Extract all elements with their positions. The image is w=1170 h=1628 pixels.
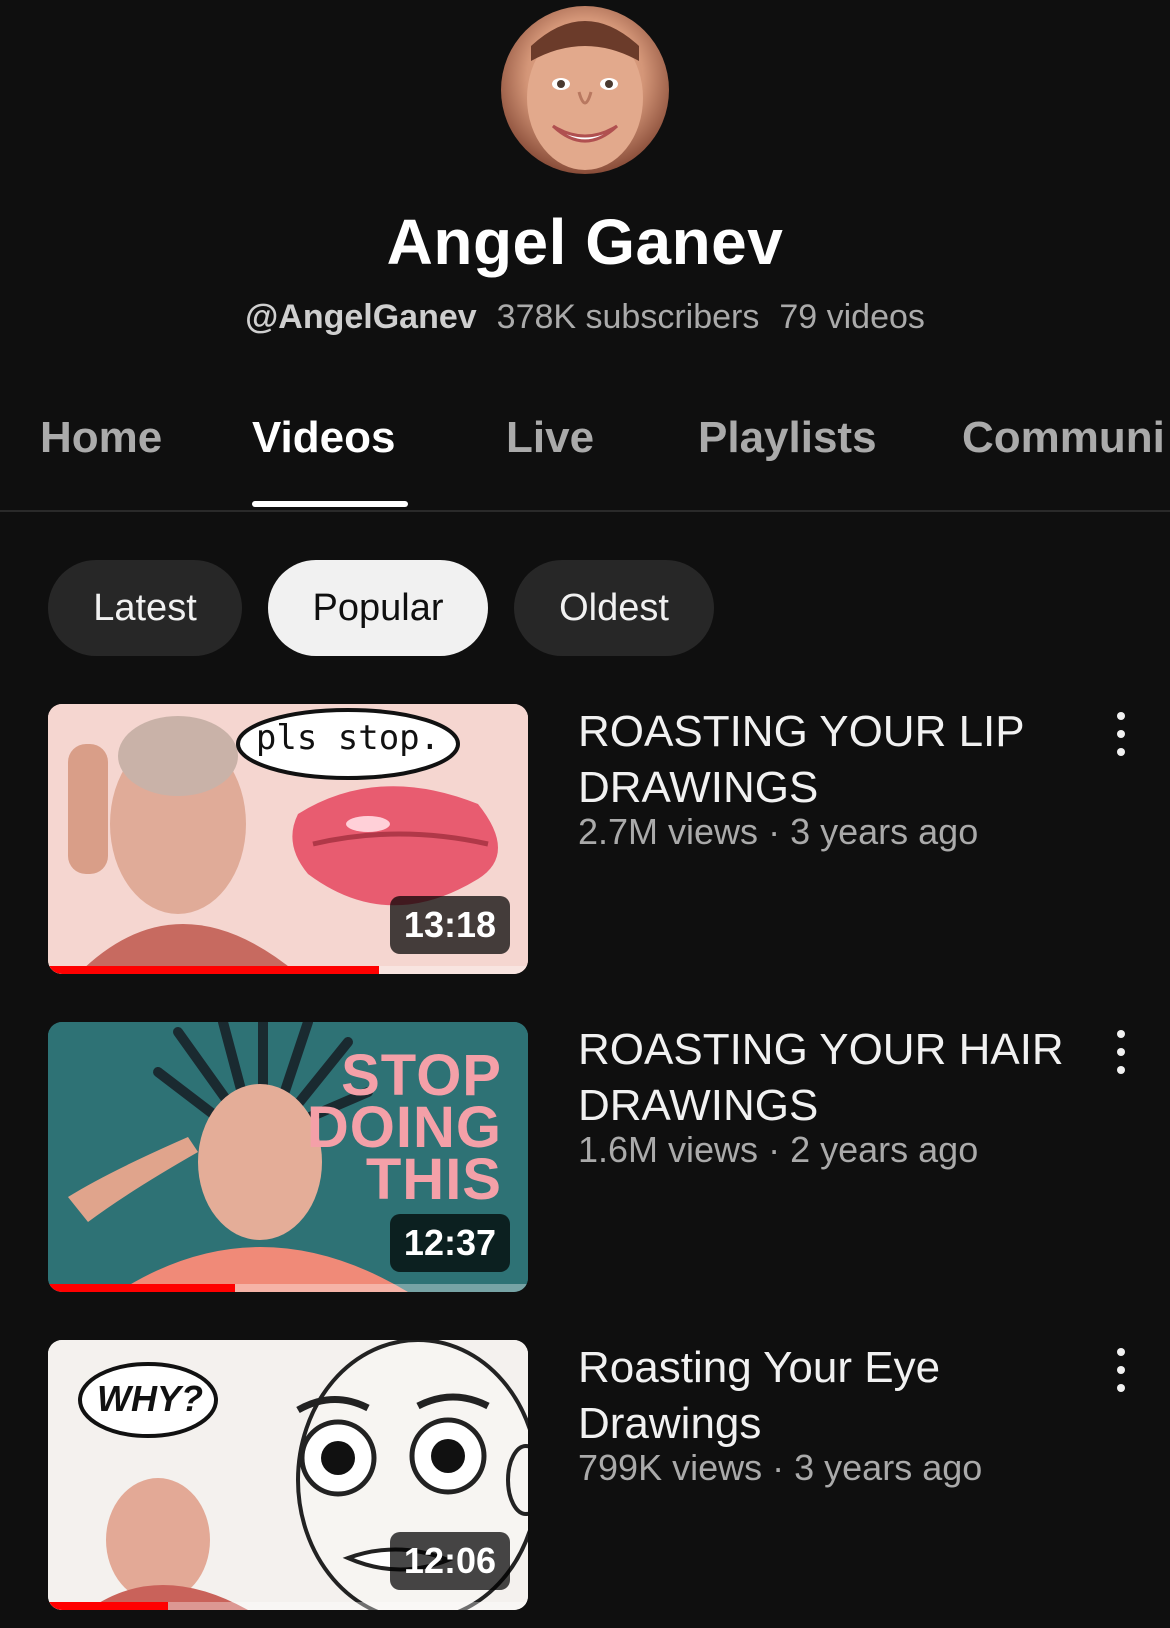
- video-meta: 2.7M views · 3 years ago: [578, 811, 1078, 853]
- channel-meta: @AngelGanev 378K subscribers 79 videos: [0, 298, 1170, 337]
- channel-avatar[interactable]: [501, 6, 669, 174]
- video-duration: 12:06: [389, 1532, 510, 1590]
- watch-progress-fill: [48, 966, 380, 974]
- more-options-icon[interactable]: [1106, 712, 1136, 756]
- tab-community[interactable]: Communi: [962, 413, 1165, 463]
- video-item[interactable]: WHY? 12:06 Roasting Your Eye Drawings 79…: [0, 1340, 1170, 1612]
- meta-separator: ·: [772, 1447, 785, 1488]
- thumbnail-caption: WHY?: [97, 1378, 203, 1419]
- video-meta: 799K views · 3 years ago: [578, 1447, 1078, 1489]
- tab-live[interactable]: Live: [506, 413, 594, 463]
- chip-oldest[interactable]: Oldest: [514, 560, 714, 656]
- view-count: 1.6M views: [578, 1129, 759, 1170]
- watch-progress: [48, 966, 528, 974]
- video-thumbnail[interactable]: WHY? 12:06: [48, 1340, 528, 1610]
- active-tab-indicator: [252, 501, 408, 507]
- video-item[interactable]: STOP DOING THIS 12:37 ROASTING YOUR HAIR…: [0, 1022, 1170, 1294]
- video-title[interactable]: Roasting Your Eye Drawings: [578, 1340, 1078, 1452]
- more-options-icon[interactable]: [1106, 1348, 1136, 1392]
- upload-age: 2 years ago: [790, 1129, 979, 1170]
- upload-age: 3 years ago: [790, 811, 979, 852]
- video-thumbnail[interactable]: pls stop. 13:18: [48, 704, 528, 974]
- upload-age: 3 years ago: [794, 1447, 983, 1488]
- meta-separator: ·: [768, 811, 781, 852]
- video-item[interactable]: pls stop. 13:18 ROASTING YOUR LIP DRAWIN…: [0, 704, 1170, 976]
- view-count: 2.7M views: [578, 811, 759, 852]
- tab-videos[interactable]: Videos: [252, 413, 395, 463]
- video-title[interactable]: ROASTING YOUR LIP DRAWINGS: [578, 704, 1078, 816]
- chip-latest[interactable]: Latest: [48, 560, 242, 656]
- subscriber-count: 378K subscribers: [496, 298, 760, 336]
- video-duration: 13:18: [389, 896, 510, 954]
- video-title[interactable]: ROASTING YOUR HAIR DRAWINGS: [578, 1022, 1078, 1134]
- video-duration: 12:37: [389, 1214, 510, 1272]
- view-count: 799K views: [578, 1447, 763, 1488]
- watch-progress: [48, 1284, 528, 1292]
- thumbnail-caption-line: THIS: [365, 1147, 502, 1212]
- video-thumbnail[interactable]: STOP DOING THIS 12:37: [48, 1022, 528, 1292]
- channel-tabs: Home Videos Live Playlists Communi: [0, 395, 1170, 512]
- chip-popular[interactable]: Popular: [268, 560, 488, 656]
- video-count: 79 videos: [779, 298, 925, 336]
- thumbnail-caption: STOP DOING THIS: [307, 1047, 502, 1212]
- meta-separator: ·: [768, 1129, 781, 1170]
- thumbnail-caption: pls stop.: [255, 718, 441, 758]
- watch-progress-fill: [48, 1284, 236, 1292]
- tab-home[interactable]: Home: [40, 413, 162, 463]
- avatar-face-image: [527, 21, 643, 170]
- video-meta: 1.6M views · 2 years ago: [578, 1129, 1078, 1171]
- tab-playlists[interactable]: Playlists: [698, 413, 877, 463]
- watch-progress: [48, 1602, 528, 1610]
- more-options-icon[interactable]: [1106, 1030, 1136, 1074]
- watch-progress-fill: [48, 1602, 168, 1610]
- channel-handle: @AngelGanev: [245, 298, 477, 336]
- channel-name: Angel Ganev: [386, 206, 784, 278]
